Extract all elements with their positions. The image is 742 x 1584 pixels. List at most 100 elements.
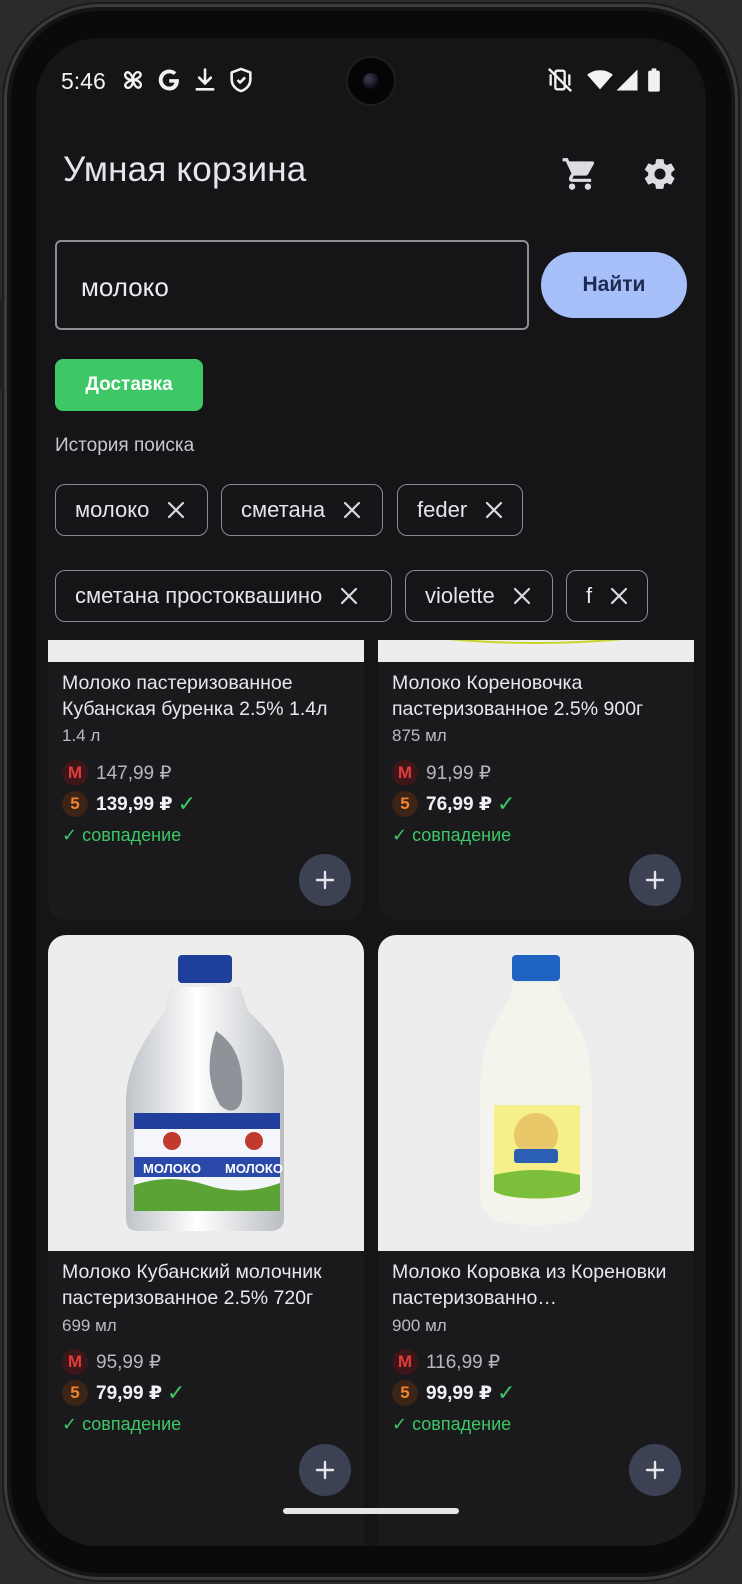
store-m-badge: М [392,1349,418,1375]
check-icon: ✓ [497,791,516,816]
signal-icon [616,69,638,91]
cart-icon [562,158,595,190]
price-row-5: 5 79,99 ₽ ✓ [62,1380,185,1406]
add-to-cart-button[interactable] [629,1444,681,1496]
price-row-5: 5 76,99 ₽ ✓ [392,791,515,817]
product-name: Молоко Коровка из Кореновки пастеризован… [392,1261,667,1309]
price-5: 79,99 ₽ [96,1382,163,1404]
check-icon: ✓ [167,1380,186,1405]
screen: 5:46 Умная корзина молоко Найти Доставка… [36,38,706,1546]
close-icon[interactable] [608,585,630,607]
history-chip[interactable]: f [566,570,648,622]
product-image [48,640,364,662]
pack-label: МОЛОКО [225,1161,283,1176]
history-chip[interactable]: feder [397,484,523,536]
product-name: Молоко Кубанский молочник пастеризованно… [62,1261,322,1309]
milk-jug-image: МОЛОКО МОЛОКО [126,955,284,1231]
product-image [378,640,694,662]
chip-label: молоко [75,497,150,522]
history-label: История поиска [55,435,195,456]
chip-label: сметана простоквашино [75,583,323,608]
search-input[interactable] [81,267,501,307]
store-5-badge: 5 [62,791,88,817]
close-icon[interactable] [511,585,533,607]
milk-bottle-image [480,955,592,1225]
match-label: ✓ совпадение [392,1414,512,1434]
close-icon[interactable] [165,499,187,521]
match-label: ✓ совпадение [62,1414,182,1434]
close-icon[interactable] [338,585,360,607]
cart-button[interactable] [552,146,608,202]
price-row-5: 5 99,99 ₽ ✓ [392,1380,515,1406]
match-label: ✓ совпадение [392,825,512,845]
store-5-badge: 5 [392,1380,418,1406]
product-card[interactable]: МОЛОКО МОЛОКО Молоко Кубанский молочник … [48,935,364,1546]
wifi-icon [587,70,613,90]
product-card[interactable]: Молоко Кореновочка пастеризованное 2.5% … [378,640,694,920]
price-row-5: 5 139,99 ₽ ✓ [62,791,196,817]
plus-icon [645,1460,665,1480]
plus-icon [645,870,665,890]
history-chip[interactable]: молоко [55,484,208,536]
product-volume: 1.4 л [62,726,101,745]
history-chip[interactable]: сметана простоквашино [55,570,392,622]
battery-icon [648,68,660,92]
side-button [0,300,4,390]
product-name: Молоко Кореновочка пастеризованное 2.5% … [392,672,644,720]
store-5-badge: 5 [62,1380,88,1406]
product-volume: 875 мл [392,726,447,745]
check-icon: ✓ [497,1380,516,1405]
store-m-badge: М [392,760,418,786]
product-image [378,935,694,1251]
results-grid[interactable]: Молоко пастеризованное Кубанская буренка… [36,640,706,1546]
status-time: 5:46 [61,68,106,94]
pinwheel-icon [123,70,143,90]
match-label: ✓ совпадение [62,825,182,845]
settings-button[interactable] [632,146,688,202]
store-m-badge: М [62,760,88,786]
close-icon[interactable] [483,499,505,521]
check-icon: ✓ [177,791,197,816]
gear-icon [644,159,675,189]
delivery-button[interactable]: Доставка [55,359,203,411]
product-card[interactable]: Молоко Коровка из Кореновки пастеризован… [378,935,694,1546]
chip-label: сметана [241,497,326,522]
price-m: 116,99 ₽ [426,1351,501,1373]
home-indicator[interactable] [283,1508,459,1514]
chip-label: f [586,583,593,608]
price-5: 99,99 ₽ [426,1382,493,1404]
price-row-m: М 91,99 ₽ [392,760,491,786]
app-title: Умная корзина [63,150,307,189]
plus-icon [315,1460,335,1480]
vibrate-off-icon [548,68,572,92]
add-to-cart-button[interactable] [629,854,681,906]
add-to-cart-button[interactable] [299,1444,351,1496]
price-5: 139,99 ₽ [96,793,173,815]
product-image: МОЛОКО МОЛОКО [48,935,364,1251]
google-icon [158,69,179,91]
front-camera [348,58,394,104]
price-5: 76,99 ₽ [426,793,493,815]
history-chip[interactable]: сметана [221,484,383,536]
product-volume: 900 мл [392,1316,447,1335]
status-bar: 5:46 [36,38,706,122]
product-name: Молоко пастеризованное Кубанская буренка… [62,672,328,720]
price-m: 147,99 ₽ [96,762,172,784]
price-row-m: М 95,99 ₽ [62,1349,161,1375]
history-chip[interactable]: violette [405,570,553,622]
pack-label: МОЛОКО [143,1161,201,1176]
product-card[interactable]: Молоко пастеризованное Кубанская буренка… [48,640,364,920]
find-button[interactable]: Найти [541,252,687,318]
close-icon[interactable] [341,499,363,521]
price-m: 91,99 ₽ [426,762,491,784]
download-icon [195,68,215,91]
search-field[interactable] [55,240,529,330]
add-to-cart-button[interactable] [299,854,351,906]
chip-label: violette [425,583,495,608]
store-m-badge: М [62,1349,88,1375]
price-row-m: М 116,99 ₽ [392,1349,500,1375]
product-volume: 699 мл [62,1316,117,1335]
price-m: 95,99 ₽ [96,1351,161,1373]
shield-icon [230,67,252,93]
chip-label: feder [417,497,468,522]
